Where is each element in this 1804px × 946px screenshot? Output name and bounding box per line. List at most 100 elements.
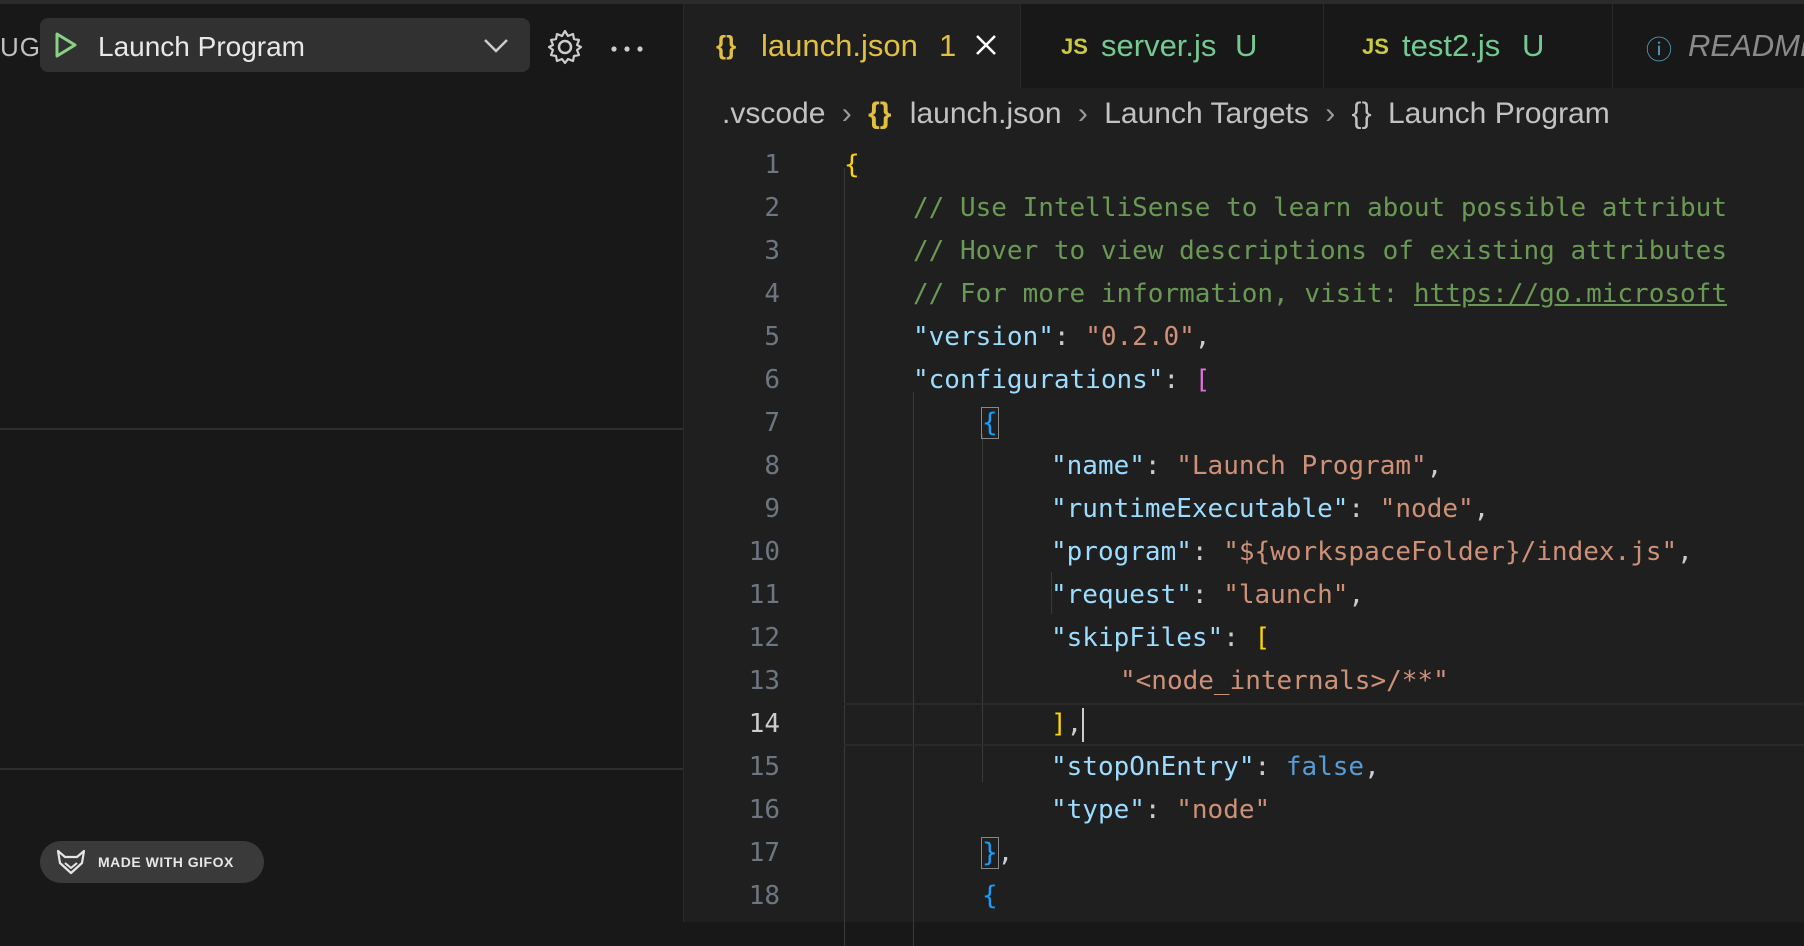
problem-count-badge: 1	[939, 28, 957, 63]
line-number: 12	[748, 623, 780, 653]
breadcrumb-folder[interactable]: .vscode	[722, 97, 825, 131]
line-number: 6	[764, 365, 780, 395]
json-file-icon: {}	[716, 30, 737, 60]
code-punct: :	[1191, 580, 1224, 610]
line-number: 13	[748, 666, 780, 696]
code-punct: :	[1053, 322, 1086, 352]
json-key: "version"	[913, 322, 1054, 352]
line-number: 2	[764, 193, 780, 223]
tab-label: server.js	[1101, 28, 1217, 63]
gear-icon[interactable]	[546, 28, 584, 66]
code-line: 2 // Use IntelliSense to learn about pos…	[684, 187, 1804, 230]
editor-area: {} launch.json 1 JS server.js U JS test2…	[683, 4, 1804, 946]
line-number: 3	[764, 236, 780, 266]
code-punct: :	[1163, 365, 1195, 395]
json-key: "stopOnEntry"	[1051, 752, 1255, 782]
code-punct: :	[1144, 795, 1177, 825]
code-line: 9 "runtimeExecutable": "node",	[684, 488, 1804, 531]
code-bracket: [	[1254, 623, 1271, 653]
code-punct: ,	[1677, 537, 1693, 567]
launch-config-dropdown[interactable]: Launch Program	[40, 18, 530, 72]
code-line: 8 "name": "Launch Program",	[684, 445, 1804, 488]
json-string: "node"	[1176, 795, 1271, 825]
chevron-right-icon: ›	[841, 97, 852, 131]
code-bracket: [	[1194, 365, 1211, 395]
tab-launch-json[interactable]: {} launch.json 1	[684, 4, 1021, 88]
javascript-file-icon: JS	[1061, 34, 1088, 59]
tab-test2-js[interactable]: JS test2.js U	[1324, 4, 1613, 88]
code-punct: ,	[1426, 451, 1443, 481]
launch-config-label: Launch Program	[98, 31, 306, 62]
json-string: "Launch Program"	[1176, 451, 1427, 481]
line-number: 17	[748, 838, 780, 868]
breadcrumb-section[interactable]: Launch Targets	[1104, 97, 1309, 131]
object-icon: {}	[1351, 97, 1372, 131]
code-comment: // Use IntelliSense to learn about possi…	[913, 193, 1727, 223]
line-number: 14	[748, 709, 780, 739]
line-number: 15	[748, 752, 780, 782]
tab-server-js[interactable]: JS server.js U	[1021, 4, 1324, 88]
code-line: 10 "program": "${workspaceFolder}/index.…	[684, 531, 1804, 574]
json-key: "request"	[1051, 580, 1192, 610]
code-link[interactable]: https://go.microsoft	[1414, 279, 1727, 309]
code-punct: ,	[1194, 322, 1211, 352]
code-line: 5 "version": "0.2.0",	[684, 316, 1804, 359]
line-number: 4	[764, 279, 780, 309]
run-debug-sidebar: UG Launch Program MADE WITH GIFOX	[0, 4, 683, 922]
code-comment: // For more information, visit:	[913, 279, 1414, 309]
code-line: 1 {	[684, 144, 1804, 187]
code-bracket: {	[982, 881, 998, 911]
code-punct: ,	[1364, 752, 1380, 782]
json-key: "configurations"	[913, 365, 1164, 395]
line-number: 1	[764, 150, 780, 180]
sidebar-section-divider[interactable]	[0, 768, 683, 770]
tab-readme[interactable]: ⓘ README	[1613, 4, 1804, 88]
code-punct: ,	[1066, 709, 1083, 739]
close-icon[interactable]	[973, 32, 999, 58]
more-actions-icon[interactable]	[609, 44, 645, 54]
code-punct: ,	[1348, 580, 1365, 610]
code-line: 6 "configurations": [	[684, 359, 1804, 402]
chevron-down-icon[interactable]	[482, 33, 510, 57]
text-cursor	[1082, 707, 1085, 742]
json-key: "program"	[1051, 537, 1192, 567]
untracked-badge: U	[1522, 28, 1545, 63]
json-string: "node"	[1379, 494, 1474, 524]
code-line: 13 "<node_internals>/**"	[684, 660, 1804, 703]
javascript-file-icon: JS	[1362, 34, 1389, 59]
breadcrumb-file[interactable]: launch.json	[910, 97, 1062, 131]
line-number: 7	[764, 408, 780, 438]
code-line: 18 {	[684, 875, 1804, 918]
code-punct: :	[1254, 752, 1286, 782]
tab-label: test2.js	[1402, 28, 1501, 63]
json-string: "<node_internals>/**"	[1120, 666, 1449, 696]
code-line: 11 "request": "launch",	[684, 574, 1804, 617]
code-line: 3 // Hover to view descriptions of exist…	[684, 230, 1804, 273]
json-key: "name"	[1051, 451, 1145, 481]
code-token: {	[844, 150, 860, 180]
code-comment: // Hover to view descriptions of existin…	[913, 236, 1727, 266]
matched-bracket: {	[981, 407, 999, 439]
tab-label: README	[1688, 28, 1804, 63]
gifox-label: MADE WITH GIFOX	[98, 854, 234, 870]
code-punct: :	[1223, 623, 1255, 653]
editor-tab-bar: {} launch.json 1 JS server.js U JS test2…	[684, 4, 1804, 88]
json-file-icon: {}	[868, 97, 892, 131]
line-number: 18	[748, 881, 780, 911]
code-line: 12 "skipFiles": [	[684, 617, 1804, 660]
json-boolean: false	[1285, 752, 1365, 782]
code-punct: :	[1144, 451, 1177, 481]
chevron-right-icon: ›	[1077, 97, 1088, 131]
json-string: "0.2.0"	[1085, 322, 1195, 352]
json-string: "launch"	[1223, 580, 1349, 610]
code-line: 4 // For more information, visit: https:…	[684, 273, 1804, 316]
line-number: 11	[748, 580, 780, 610]
json-key: "skipFiles"	[1051, 623, 1224, 653]
sidebar-section-divider[interactable]	[0, 428, 683, 430]
info-icon: ⓘ	[1646, 35, 1673, 65]
code-line: 17 },	[684, 832, 1804, 875]
code-line: 15 "stopOnEntry": false,	[684, 746, 1804, 789]
play-icon[interactable]	[50, 30, 80, 60]
breadcrumb-item[interactable]: Launch Program	[1388, 97, 1610, 131]
tab-label: launch.json	[761, 28, 918, 63]
